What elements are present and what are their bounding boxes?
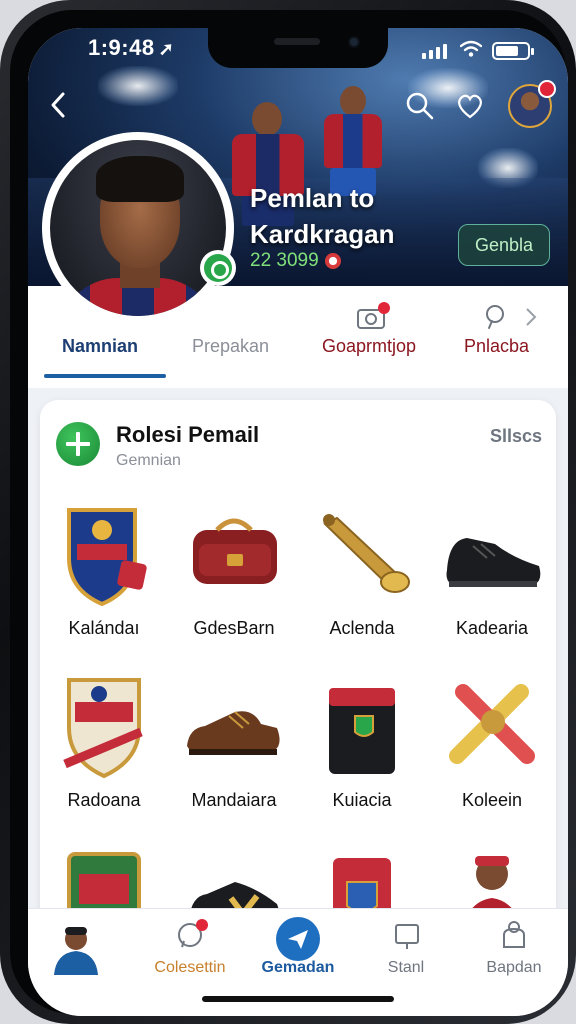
add-item-button[interactable] xyxy=(56,422,100,466)
search-icon xyxy=(406,92,434,120)
favorites-button[interactable] xyxy=(454,90,486,122)
nav-label: Gemadan xyxy=(261,959,335,976)
camera-icon xyxy=(357,302,390,329)
phone-frame: Pemlan to Kardkragan 22 3099 Genbla 1:9:… xyxy=(0,0,576,1024)
profile-name: Pemlan to Kardkragan xyxy=(250,180,395,252)
item-label: Mandaiara xyxy=(191,790,277,810)
collection-item[interactable]: Aclenda xyxy=(298,500,426,639)
home-indicator xyxy=(202,996,394,1002)
tab-pnlacba[interactable]: Pnlacba xyxy=(464,336,529,357)
item-label: Radoana xyxy=(67,790,141,810)
profile-photo-ring[interactable] xyxy=(42,132,234,324)
collection-item[interactable]: Radoana xyxy=(40,672,168,811)
location-arrow-icon: ➚ xyxy=(158,39,175,59)
item-label: Kuiacia xyxy=(332,790,392,810)
chat-bubble-icon xyxy=(178,919,208,948)
chevron-right-icon xyxy=(526,308,537,326)
message-square-icon xyxy=(395,924,419,949)
tab-goaprmtjop[interactable]: Goaprmtjop xyxy=(322,336,416,357)
nav-bapdan[interactable]: Bapdan xyxy=(460,909,568,1009)
item-label: Kadearia xyxy=(455,618,529,638)
nav-label: Bapdan xyxy=(486,959,542,976)
nav-label: Colesettin xyxy=(154,959,226,976)
battery-icon xyxy=(492,42,534,60)
status-time: 1:9:48 ➚ xyxy=(88,35,174,61)
collection-item[interactable]: Kuiacia xyxy=(298,672,426,811)
item-label: GdesBarn xyxy=(193,618,275,638)
lock-bag-icon xyxy=(503,921,525,948)
tab-namnian[interactable]: Namnian xyxy=(62,336,138,357)
nav-profile[interactable] xyxy=(28,909,136,1009)
player-avatar-icon xyxy=(54,927,98,975)
app-screen: Pemlan to Kardkragan 22 3099 Genbla 1:9:… xyxy=(28,28,568,1016)
collection-item[interactable]: Koleein xyxy=(428,672,556,811)
collection-item[interactable]: Kadearia xyxy=(428,500,556,639)
status-bar: 1:9:48 ➚ xyxy=(28,28,568,86)
follow-button[interactable]: Genbla xyxy=(458,224,550,266)
phone-bezel: Pemlan to Kardkragan 22 3099 Genbla 1:9:… xyxy=(10,10,568,1016)
tab-prepakan[interactable]: Prepakan xyxy=(192,336,269,357)
crossed-scrolls-icon xyxy=(437,672,547,782)
item-label: Koleein xyxy=(461,790,523,810)
device-notch xyxy=(208,28,388,68)
black-sneaker-icon xyxy=(437,500,547,610)
card-subtitle: Gemnian xyxy=(116,452,181,469)
nav-label: Stanl xyxy=(387,959,425,976)
nav-stanl[interactable]: Stanl xyxy=(352,909,460,1009)
black-bag-icon xyxy=(307,672,417,782)
red-shield-icon xyxy=(49,672,159,782)
user-avatar-button[interactable] xyxy=(508,80,556,128)
see-all-link[interactable]: Sllscs xyxy=(490,426,542,447)
chevron-left-icon xyxy=(51,92,65,118)
bronze-horn-icon xyxy=(307,500,417,610)
item-label: Kalándaı xyxy=(68,618,140,638)
clock-text: 1:9:48 xyxy=(88,35,155,60)
send-icon xyxy=(276,917,320,961)
profile-stat: 22 3099 xyxy=(250,250,341,272)
search-icon xyxy=(486,305,504,329)
profile-name-line1: Pemlan to xyxy=(250,183,375,213)
verified-badge-icon xyxy=(200,250,236,286)
nav-gemadan[interactable]: Gemadan xyxy=(244,909,352,1009)
collection-item[interactable]: GdesBarn xyxy=(170,500,298,639)
active-tab-indicator xyxy=(44,374,166,378)
profile-stat-value: 22 3099 xyxy=(250,250,319,271)
card-title: Rolesi Pemail xyxy=(116,422,260,447)
collection-item[interactable]: Mandaiara xyxy=(170,672,298,811)
profile-photo xyxy=(50,140,226,316)
profile-name-line2: Kardkragan xyxy=(250,219,395,249)
crest-shield-icon xyxy=(49,500,159,610)
item-label: Aclenda xyxy=(329,618,395,638)
collection-card: Rolesi Pemail Gemnian Sllscs Kalándaı Gd… xyxy=(40,400,556,940)
wifi-icon xyxy=(460,40,482,57)
ball-icon xyxy=(324,253,341,269)
collection-item[interactable]: Kalándaı xyxy=(40,500,168,639)
leather-bag-icon xyxy=(179,500,289,610)
heart-search-icon xyxy=(458,94,482,119)
brown-boot-icon xyxy=(179,672,289,782)
search-button[interactable] xyxy=(404,90,436,122)
signal-icon xyxy=(422,44,447,59)
back-button[interactable] xyxy=(44,90,74,120)
nav-collection[interactable]: Colesettin xyxy=(136,909,244,1009)
